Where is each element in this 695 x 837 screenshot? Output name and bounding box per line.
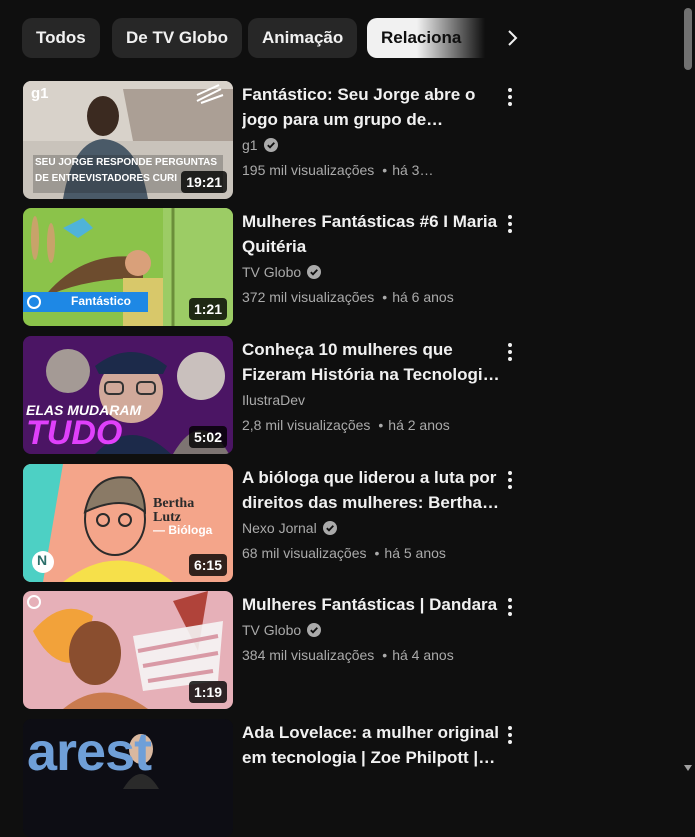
- video-title[interactable]: Ada Lovelace: a mulher original em tecno…: [242, 720, 500, 770]
- video-thumbnail[interactable]: Bertha Lutz — Bióloga N 6:15: [23, 464, 233, 582]
- video-item[interactable]: arest Ada Lovelace: a mulher original em…: [23, 719, 523, 837]
- verified-badge-icon: [263, 138, 278, 152]
- video-title[interactable]: Conheça 10 mulheres que Fizeram História…: [242, 337, 500, 387]
- video-thumbnail[interactable]: 1:19: [23, 591, 233, 709]
- separator-dot: •: [382, 162, 388, 178]
- view-count: 372 mil visualizações: [242, 289, 375, 305]
- more-options-icon[interactable]: [501, 212, 519, 236]
- thumb-caption-line-1: SEU JORGE RESPONDE PERGUNTAS: [35, 157, 218, 168]
- video-thumbnail[interactable]: Fantástico 1:21: [23, 208, 233, 326]
- separator-dot: •: [374, 545, 380, 561]
- channel-name[interactable]: TV Globo: [242, 264, 301, 280]
- more-options-icon[interactable]: [501, 723, 519, 747]
- scrollbar[interactable]: [681, 0, 695, 777]
- video-duration: 5:02: [188, 426, 227, 448]
- chip-de-tv-globo[interactable]: De TV Globo: [112, 18, 242, 58]
- chips-fade: [417, 18, 497, 58]
- scroll-down-arrow-icon[interactable]: [684, 765, 692, 771]
- video-duration: 1:21: [188, 298, 227, 320]
- video-title[interactable]: Mulheres Fantásticas #6 I Maria Quitéria: [242, 209, 500, 259]
- separator-dot: •: [382, 647, 388, 663]
- upload-age: há 3…: [392, 162, 434, 178]
- channel-name[interactable]: g1: [242, 137, 258, 153]
- view-count: 195 mil visualizações: [242, 162, 375, 178]
- video-meta: Conheça 10 mulheres que Fizeram História…: [242, 337, 500, 433]
- video-thumbnail[interactable]: g1 SEU JORGE RESPONDE PERGUNTAS DE ENTRE…: [23, 81, 233, 199]
- video-title[interactable]: Mulheres Fantásticas | Dandara: [242, 592, 500, 617]
- video-meta: Ada Lovelace: a mulher original em tecno…: [242, 720, 500, 770]
- channel-row: Nexo Jornal: [242, 520, 500, 536]
- channel-row: TV Globo: [242, 264, 500, 280]
- upload-age: há 6 anos: [392, 289, 454, 305]
- video-stats: 384 mil visualizações • há 4 anos: [242, 647, 500, 663]
- video-item[interactable]: Bertha Lutz — Bióloga N 6:15 A bióloga q…: [23, 464, 523, 582]
- video-duration: 1:19: [188, 681, 227, 703]
- video-stats: 372 mil visualizações • há 6 anos: [242, 289, 500, 305]
- video-stats: 2,8 mil visualizações • há 2 anos: [242, 417, 500, 433]
- filter-chips-bar: Todos De TV Globo Animação Relaciona: [22, 18, 662, 58]
- verified-badge-icon: [307, 623, 322, 637]
- channel-name[interactable]: Nexo Jornal: [242, 520, 317, 536]
- video-meta: A bióloga que liderou a luta por direito…: [242, 465, 500, 561]
- view-count: 2,8 mil visualizações: [242, 417, 371, 433]
- separator-dot: •: [378, 417, 384, 433]
- video-item[interactable]: Fantástico 1:21 Mulheres Fantásticas #6 …: [23, 208, 523, 326]
- more-options-icon[interactable]: [501, 340, 519, 364]
- scrollbar-thumb[interactable]: [684, 8, 692, 70]
- video-meta: Fantástico: Seu Jorge abre o jogo para u…: [242, 82, 500, 178]
- more-options-icon[interactable]: [501, 85, 519, 109]
- thumb-role: — Bióloga: [153, 523, 213, 537]
- channel-row: g1: [242, 137, 500, 153]
- video-title[interactable]: Fantástico: Seu Jorge abre o jogo para u…: [242, 82, 500, 132]
- view-count: 384 mil visualizações: [242, 647, 375, 663]
- video-item[interactable]: 1:19 Mulheres Fantásticas | Dandara TV G…: [23, 591, 523, 709]
- thumb-ted-text: arest: [27, 722, 152, 782]
- video-thumbnail[interactable]: ELAS MUDARAM TUDO 5:02: [23, 336, 233, 454]
- view-count: 68 mil visualizações: [242, 545, 367, 561]
- video-duration: 6:15: [188, 554, 227, 576]
- video-duration: 19:21: [181, 171, 227, 193]
- channel-name[interactable]: IlustraDev: [242, 392, 305, 408]
- video-meta: Mulheres Fantásticas | Dandara TV Globo …: [242, 592, 500, 663]
- chip-todos[interactable]: Todos: [22, 18, 100, 58]
- more-options-icon[interactable]: [501, 595, 519, 619]
- video-stats: 195 mil visualizações • há 3…: [242, 162, 500, 178]
- upload-age: há 2 anos: [388, 417, 450, 433]
- channel-row: TV Globo: [242, 622, 500, 638]
- chevron-right-icon[interactable]: [496, 22, 528, 54]
- video-thumbnail[interactable]: arest: [23, 719, 233, 837]
- separator-dot: •: [382, 289, 388, 305]
- verified-badge-icon: [322, 521, 337, 535]
- video-stats: 68 mil visualizações • há 5 anos: [242, 545, 500, 561]
- video-meta: Mulheres Fantásticas #6 I Maria Quitéria…: [242, 209, 500, 305]
- thumb-brand-text: Fantástico: [71, 294, 132, 308]
- upload-age: há 4 anos: [392, 647, 454, 663]
- thumb-caption-line-2: DE ENTREVISTADORES CURI: [35, 173, 178, 184]
- more-options-icon[interactable]: [501, 468, 519, 492]
- chip-animacao[interactable]: Animação: [248, 18, 358, 58]
- thumb-logo-text: g1: [31, 85, 49, 102]
- channel-row: IlustraDev: [242, 392, 500, 408]
- upload-age: há 5 anos: [384, 545, 446, 561]
- nexo-logo: N: [37, 552, 48, 568]
- channel-name[interactable]: TV Globo: [242, 622, 301, 638]
- thumb-caption-big: TUDO: [26, 414, 123, 452]
- video-item[interactable]: g1 SEU JORGE RESPONDE PERGUNTAS DE ENTRE…: [23, 81, 523, 199]
- verified-badge-icon: [307, 265, 322, 279]
- video-title[interactable]: A bióloga que liderou a luta por direito…: [242, 465, 500, 515]
- video-item[interactable]: ELAS MUDARAM TUDO 5:02 Conheça 10 mulher…: [23, 336, 523, 454]
